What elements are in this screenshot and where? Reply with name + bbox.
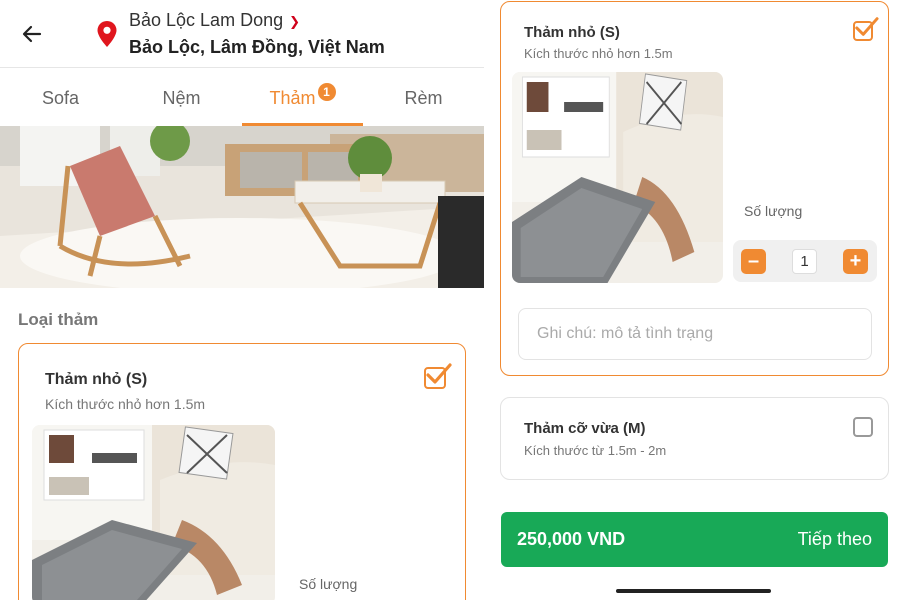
- card-subtitle: Kích thước nhỏ hơn 1.5m: [45, 396, 206, 412]
- rug-image: [512, 72, 723, 283]
- back-arrow-icon[interactable]: [20, 22, 44, 46]
- tab-label: Nệm: [162, 88, 201, 108]
- card-title: Thảm nhỏ (S): [524, 24, 620, 41]
- location-primary: Bảo Lộc Lam Dong: [129, 10, 284, 30]
- quantity-value[interactable]: 1: [792, 249, 817, 274]
- quantity-label: Số lượng: [299, 576, 358, 592]
- total-price: 250,000 VND: [517, 529, 626, 549]
- checkmark-icon: [426, 363, 452, 384]
- note-input[interactable]: [518, 308, 872, 360]
- next-button[interactable]: 250,000 VND Tiếp theo: [501, 512, 888, 567]
- tab-label: Thảm: [269, 88, 316, 108]
- tab-nem[interactable]: Nệm: [121, 70, 242, 126]
- tab-sofa[interactable]: Sofa: [0, 70, 121, 126]
- tab-tham[interactable]: Thảm 1: [242, 70, 363, 126]
- section-title: Loại thảm: [18, 310, 99, 329]
- card-subtitle: Kích thước từ 1.5m - 2m: [524, 443, 667, 458]
- card-title: Thảm cỡ vừa (M): [524, 420, 646, 437]
- right-screen: Thảm nhỏ (S) Kích thước nhỏ hơn 1.5m Số …: [484, 0, 900, 600]
- rug-card-medium[interactable]: Thảm cỡ vừa (M) Kích thước từ 1.5m - 2m: [500, 397, 889, 480]
- card-title: Thảm nhỏ (S): [45, 371, 148, 388]
- card-checkbox[interactable]: [853, 417, 873, 437]
- quantity-label: Số lượng: [744, 203, 803, 219]
- rug-card-small-expanded[interactable]: Thảm nhỏ (S) Kích thước nhỏ hơn 1.5m Số …: [500, 1, 889, 376]
- tab-label: Rèm: [404, 88, 443, 108]
- location-selector[interactable]: Bảo Lộc Lam Dong ❯: [129, 10, 300, 31]
- banner-image: [0, 126, 484, 288]
- location-secondary: Bảo Lộc, Lâm Đồng, Việt Nam: [129, 37, 385, 57]
- category-tabs: Sofa Nệm Thảm 1 Rèm: [0, 70, 484, 126]
- chevron-down-icon: ❯: [289, 14, 301, 29]
- left-screen: Bảo Lộc Lam Dong ❯ Bảo Lộc, Lâm Đồng, Việ…: [0, 0, 484, 600]
- rug-image: [32, 425, 275, 600]
- header: Bảo Lộc Lam Dong ❯ Bảo Lộc, Lâm Đồng, Việ…: [0, 0, 484, 68]
- tab-rem[interactable]: Rèm: [363, 70, 484, 126]
- checkmark-icon: [855, 17, 879, 36]
- location-pin-icon: [97, 21, 117, 47]
- card-checkbox[interactable]: [424, 363, 452, 389]
- card-checkbox[interactable]: [853, 17, 879, 41]
- next-label: Tiếp theo: [797, 529, 872, 549]
- card-subtitle: Kích thước nhỏ hơn 1.5m: [524, 46, 673, 61]
- increment-button[interactable]: +: [843, 249, 868, 274]
- rug-card-small[interactable]: Thảm nhỏ (S) Kích thước nhỏ hơn 1.5m Số …: [18, 343, 466, 600]
- quantity-stepper[interactable]: – 1 +: [733, 240, 877, 282]
- tab-badge: 1: [317, 83, 336, 101]
- decrement-button[interactable]: –: [741, 249, 766, 274]
- tab-label: Sofa: [41, 88, 80, 108]
- home-indicator: [616, 589, 771, 593]
